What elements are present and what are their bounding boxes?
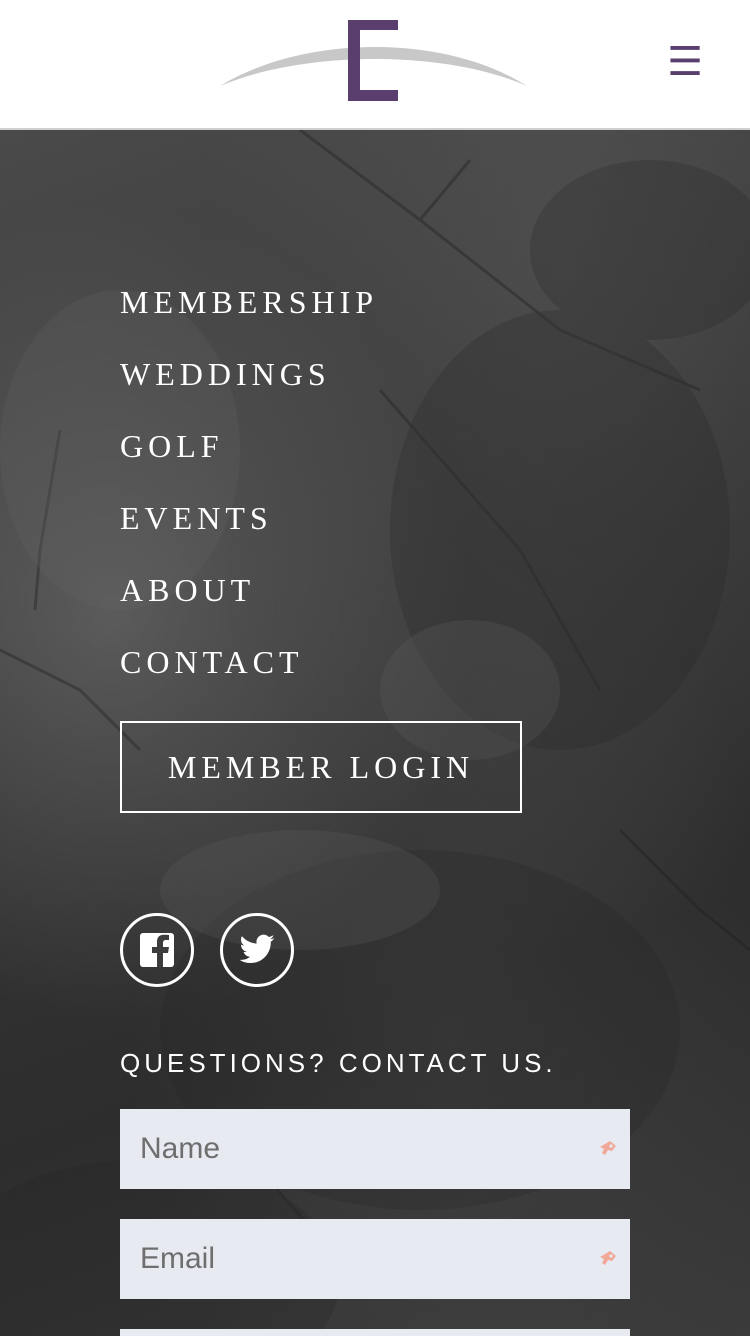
twitter-button[interactable] (220, 913, 294, 987)
nav-item-about[interactable]: ABOUT (120, 568, 378, 640)
footer-hero: MEMBERSHIP WEDDINGS GOLF EVENTS ABOUT CO… (0, 130, 750, 1336)
hamburger-menu-icon[interactable]: ☰ (660, 40, 710, 84)
facebook-button[interactable] (120, 913, 194, 987)
nav-item-golf[interactable]: GOLF (120, 424, 378, 496)
nav-item-membership[interactable]: MEMBERSHIP (120, 280, 378, 352)
name-input[interactable] (120, 1109, 630, 1189)
email-field[interactable] (120, 1219, 630, 1299)
main-navigation: MEMBERSHIP WEDDINGS GOLF EVENTS ABOUT CO… (120, 280, 378, 712)
site-header: ☰ (0, 0, 750, 130)
twitter-icon (239, 934, 275, 963)
name-field[interactable] (120, 1109, 630, 1189)
member-login-button[interactable]: MEMBER LOGIN (120, 721, 522, 813)
autofill-key-icon[interactable] (596, 1137, 620, 1161)
logo[interactable] (215, 14, 535, 110)
nav-item-events[interactable]: EVENTS (120, 496, 378, 568)
nav-item-contact[interactable]: CONTACT (120, 640, 378, 712)
email-input[interactable] (120, 1219, 630, 1299)
nav-item-weddings[interactable]: WEDDINGS (120, 352, 378, 424)
autofill-key-icon[interactable] (596, 1247, 620, 1271)
message-field[interactable] (120, 1329, 630, 1336)
facebook-icon (140, 933, 174, 967)
contact-heading: QUESTIONS? CONTACT US. (120, 1048, 557, 1078)
